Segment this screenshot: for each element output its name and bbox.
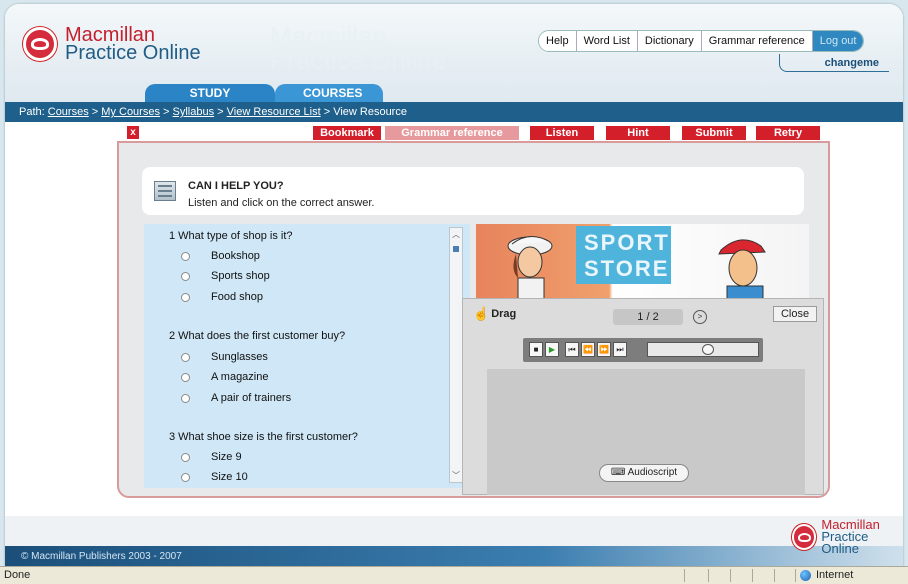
radio-button[interactable] [181,271,190,281]
option-q3-2[interactable]: Size 10 [181,471,248,483]
security-zone[interactable]: Internet [800,569,853,581]
help-title: CAN I HELP YOU? [188,180,284,192]
site-logo[interactable]: Macmillan Practice Online [23,25,201,64]
site-header: Macmillan Practice Online Macmillan Prac… [5,4,903,118]
help-instruction: Listen and click on the correct answer. [188,197,375,209]
rewind-icon[interactable]: ⏪ [581,342,595,357]
breadcrumb-view-resource-list[interactable]: View Resource List [227,106,321,118]
play-icon[interactable]: ▶ [545,342,559,357]
help-box: CAN I HELP YOU? Listen and click on the … [142,167,804,215]
scroll-thumb[interactable] [453,246,459,252]
page-indicator: 1 / 2 [613,309,683,325]
breadcrumb-courses[interactable]: Courses [48,106,89,118]
questions-scrollbar[interactable]: ︿ ﹀ [449,227,463,483]
footer-logo-line-2: Practice Online [821,529,869,556]
transport-controls: ■ ▶ ⏮ ⏪ ⏩ ⏭ [523,338,763,362]
questions-pane: 1 What type of shop is it? Bookshop Spor… [144,224,470,488]
radio-button[interactable] [181,472,190,482]
question-1: 1 What type of shop is it? [169,230,293,242]
globe-icon [800,569,811,581]
macmillan-logo-icon [23,27,57,61]
radio-button[interactable] [181,452,190,462]
notepad-icon [154,181,176,201]
radio-button[interactable] [181,352,190,362]
tab-study-area[interactable]: STUDY AREA [145,84,275,118]
skip-start-icon[interactable]: ⏮ [565,342,579,357]
option-q1-3[interactable]: Food shop [181,291,263,303]
help-link[interactable]: Help [539,31,577,51]
store-sign: SPORT STORE [576,226,671,284]
next-page-icon[interactable]: > [693,310,707,324]
footer-logo[interactable]: Macmillan Practice Online [792,518,903,556]
listen-button[interactable]: Listen [530,126,594,140]
breadcrumb: Path: Courses > My Courses > Syllabus > … [5,102,903,122]
logout-button[interactable]: Log out [812,31,864,51]
dictionary-link[interactable]: Dictionary [637,31,702,51]
stop-icon[interactable]: ■ [529,342,543,357]
keyboard-icon: ⌨ [610,467,628,478]
word-list-link[interactable]: Word List [576,31,638,51]
fast-forward-icon[interactable]: ⏩ [597,342,611,357]
option-q2-2[interactable]: A magazine [181,371,268,383]
bookmark-button[interactable]: Bookmark [313,126,381,140]
grammar-reference-button[interactable]: Grammar reference [385,126,519,140]
browser-status-bar: Done Internet [0,566,908,584]
scroll-up-icon[interactable]: ︿ [452,229,460,240]
hint-button[interactable]: Hint [606,126,670,140]
breadcrumb-syllabus[interactable]: Syllabus [173,106,215,118]
header-watermark: Macmillan Practice Online [270,21,447,75]
option-q3-1[interactable]: Size 9 [181,451,242,463]
option-q1-1[interactable]: Bookshop [181,250,260,262]
scroll-down-icon[interactable]: ﹀ [452,470,460,481]
option-q2-3[interactable]: A pair of trainers [181,392,291,404]
seek-bar[interactable] [647,342,759,357]
seek-knob[interactable] [702,344,714,355]
username-label: changeme [779,54,889,72]
copyright-text: © Macmillan Publishers 2003 - 2007 [21,551,182,562]
grammar-reference-link[interactable]: Grammar reference [701,31,813,51]
option-q1-2[interactable]: Sports shop [181,270,270,282]
submit-button[interactable]: Submit [682,126,746,140]
top-navigation: Help Word List Dictionary Grammar refere… [538,30,865,52]
logo-line-2: Practice Online [65,42,201,64]
breadcrumb-label: Path: [19,106,45,118]
main-tabs: STUDY AREA COURSES [145,84,383,118]
question-2: 2 What does the first customer buy? [169,330,346,342]
retry-button[interactable]: Retry [756,126,820,140]
site-footer: © Macmillan Publishers 2003 - 2007 Macmi… [5,516,903,566]
radio-button[interactable] [181,393,190,403]
question-3: 3 What shoe size is the first customer? [169,431,358,443]
man-illustration [718,239,766,304]
drag-handle[interactable]: ☝ Drag [473,306,516,322]
breadcrumb-current: View Resource [333,106,407,118]
audioscript-button[interactable]: ⌨ Audioscript [599,464,689,482]
close-resource-button[interactable]: x [127,126,139,139]
sport-store-illustration: SPORT STORE [476,224,809,304]
radio-button[interactable] [181,372,190,382]
status-text: Done [4,569,31,581]
tab-courses[interactable]: COURSES [275,84,383,102]
radio-button[interactable] [181,292,190,302]
player-close-button[interactable]: Close [773,306,817,322]
radio-button[interactable] [181,251,190,261]
skip-end-icon[interactable]: ⏭ [613,342,627,357]
hand-icon: ☝ [473,306,490,321]
breadcrumb-my-courses[interactable]: My Courses [101,106,160,118]
audio-player-window[interactable]: ☝ Drag 1 / 2 > Close ■ ▶ ⏮ ⏪ ⏩ ⏭ ⌨ Audios… [462,298,824,495]
macmillan-logo-icon [792,524,817,550]
option-q2-1[interactable]: Sunglasses [181,351,268,363]
woman-illustration [507,236,553,300]
